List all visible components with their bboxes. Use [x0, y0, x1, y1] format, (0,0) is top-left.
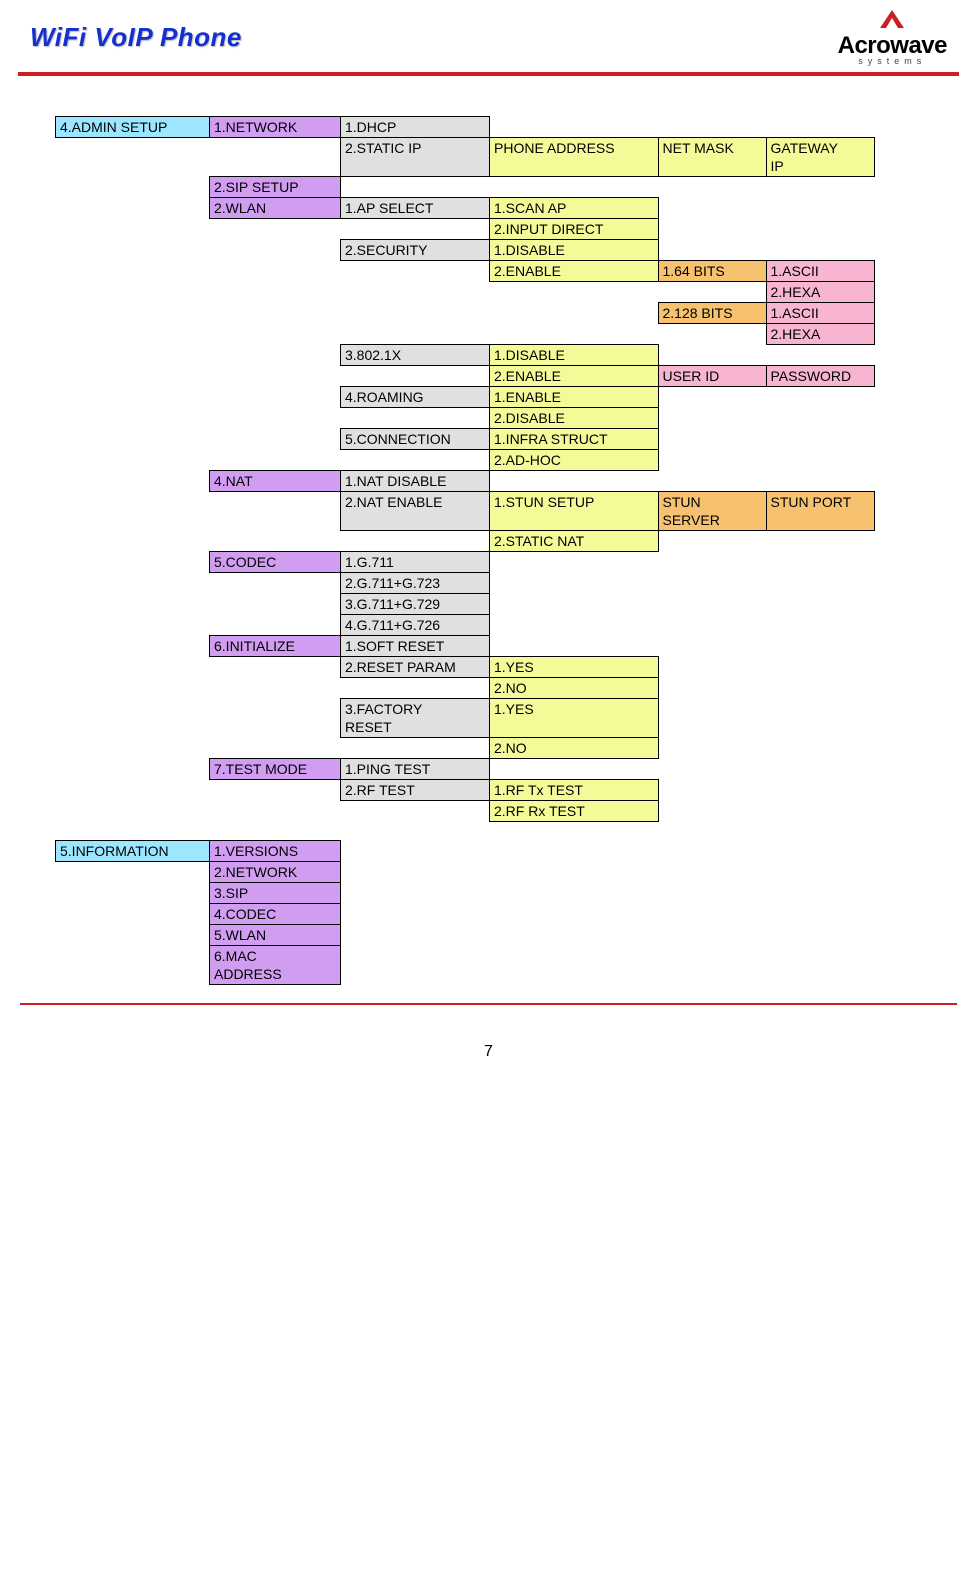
info-root: 5.INFORMATION [56, 841, 210, 862]
phone-address: PHONE ADDRESS [490, 138, 659, 177]
info-codec: 4.CODEC [210, 904, 341, 925]
factory-no: 2.NO [490, 738, 659, 759]
factory-reset: 3.FACTORYRESET [341, 699, 490, 738]
logo-subtext: systems [858, 57, 926, 66]
user-id: USER ID [658, 366, 766, 387]
net-mask: NET MASK [658, 138, 766, 177]
logo-text: Acrowave [838, 34, 947, 58]
logo: Acrowave systems [838, 8, 947, 66]
wlan-label: 2.WLAN [210, 198, 341, 219]
bits-64: 1.64 BITS [658, 261, 766, 282]
logo-icon [875, 8, 909, 34]
codec-label: 5.CODEC [210, 552, 341, 573]
dhcp: 1.DHCP [341, 117, 490, 138]
information-table: 5.INFORMATION 1.VERSIONS 2.NETWORK 3.SIP… [55, 840, 341, 985]
hexa-1: 2.HEXA [766, 282, 874, 303]
ascii-1: 1.ASCII [766, 261, 874, 282]
footer-divider [20, 1003, 957, 1005]
connection-label: 5.CONNECTION [341, 429, 490, 450]
roaming-label: 4.ROAMING [341, 387, 490, 408]
page-title: WiFi VoIP Phone [30, 22, 242, 53]
bits-128: 2.128 BITS [658, 303, 766, 324]
network-label: 1.NETWORK [210, 117, 341, 138]
admin-setup-table: 4.ADMIN SETUP 1.NETWORK 1.DHCP 2.STATIC … [55, 116, 875, 822]
roaming-disable: 2.DISABLE [490, 408, 659, 429]
test-mode-label: 7.TEST MODE [210, 759, 341, 780]
reset-yes: 1.YES [490, 657, 659, 678]
ping-test: 1.PING TEST [341, 759, 490, 780]
rf-tx: 1.RF Tx TEST [490, 780, 659, 801]
nat-label: 4.NAT [210, 471, 341, 492]
sip-setup: 2.SIP SETUP [210, 177, 341, 198]
sec-enable: 2.ENABLE [490, 261, 659, 282]
ascii-2: 1.ASCII [766, 303, 874, 324]
gateway-ip: GATEWAYIP [766, 138, 874, 177]
factory-yes: 1.YES [490, 699, 659, 738]
ad-hoc: 2.AD-HOC [490, 450, 659, 471]
info-network: 2.NETWORK [210, 862, 341, 883]
stun-server: STUNSERVER [658, 492, 766, 531]
reset-param: 2.RESET PARAM [341, 657, 490, 678]
sec-disable: 1.DISABLE [490, 240, 659, 261]
nat-disable: 1.NAT DISABLE [341, 471, 490, 492]
static-nat: 2.STATIC NAT [490, 531, 659, 552]
info-wlan: 5.WLAN [210, 925, 341, 946]
roaming-enable: 1.ENABLE [490, 387, 659, 408]
password: PASSWORD [766, 366, 874, 387]
g711-729: 3.G.711+G.729 [341, 594, 490, 615]
rf-test: 2.RF TEST [341, 780, 490, 801]
nat-enable: 2.NAT ENABLE [341, 492, 490, 531]
dot1x-disable: 1.DISABLE [490, 345, 659, 366]
info-sip: 3.SIP [210, 883, 341, 904]
admin-root: 4.ADMIN SETUP [56, 117, 210, 138]
hexa-2: 2.HEXA [766, 324, 874, 345]
ap-select: 1.AP SELECT [341, 198, 490, 219]
info-versions: 1.VERSIONS [210, 841, 341, 862]
reset-no: 2.NO [490, 678, 659, 699]
security-label: 2.SECURITY [341, 240, 490, 261]
dot1x-enable: 2.ENABLE [490, 366, 659, 387]
info-mac: 6.MACADDRESS [210, 946, 341, 985]
header: WiFi VoIP Phone Acrowave systems [0, 0, 977, 72]
rf-rx: 2.RF Rx TEST [490, 801, 659, 822]
header-divider [18, 72, 959, 76]
soft-reset: 1.SOFT RESET [341, 636, 490, 657]
page-number: 7 [0, 1043, 977, 1061]
input-direct: 2.INPUT DIRECT [490, 219, 659, 240]
scan-ap: 1.SCAN AP [490, 198, 659, 219]
g711-723: 2.G.711+G.723 [341, 573, 490, 594]
static-ip-label: 2.STATIC IP [341, 138, 490, 177]
g711: 1.G.711 [341, 552, 490, 573]
stun-port: STUN PORT [766, 492, 874, 531]
stun-setup: 1.STUN SETUP [490, 492, 659, 531]
infra-struct: 1.INFRA STRUCT [490, 429, 659, 450]
g711-726: 4.G.711+G.726 [341, 615, 490, 636]
init-label: 6.INITIALIZE [210, 636, 341, 657]
dot1x-label: 3.802.1X [341, 345, 490, 366]
